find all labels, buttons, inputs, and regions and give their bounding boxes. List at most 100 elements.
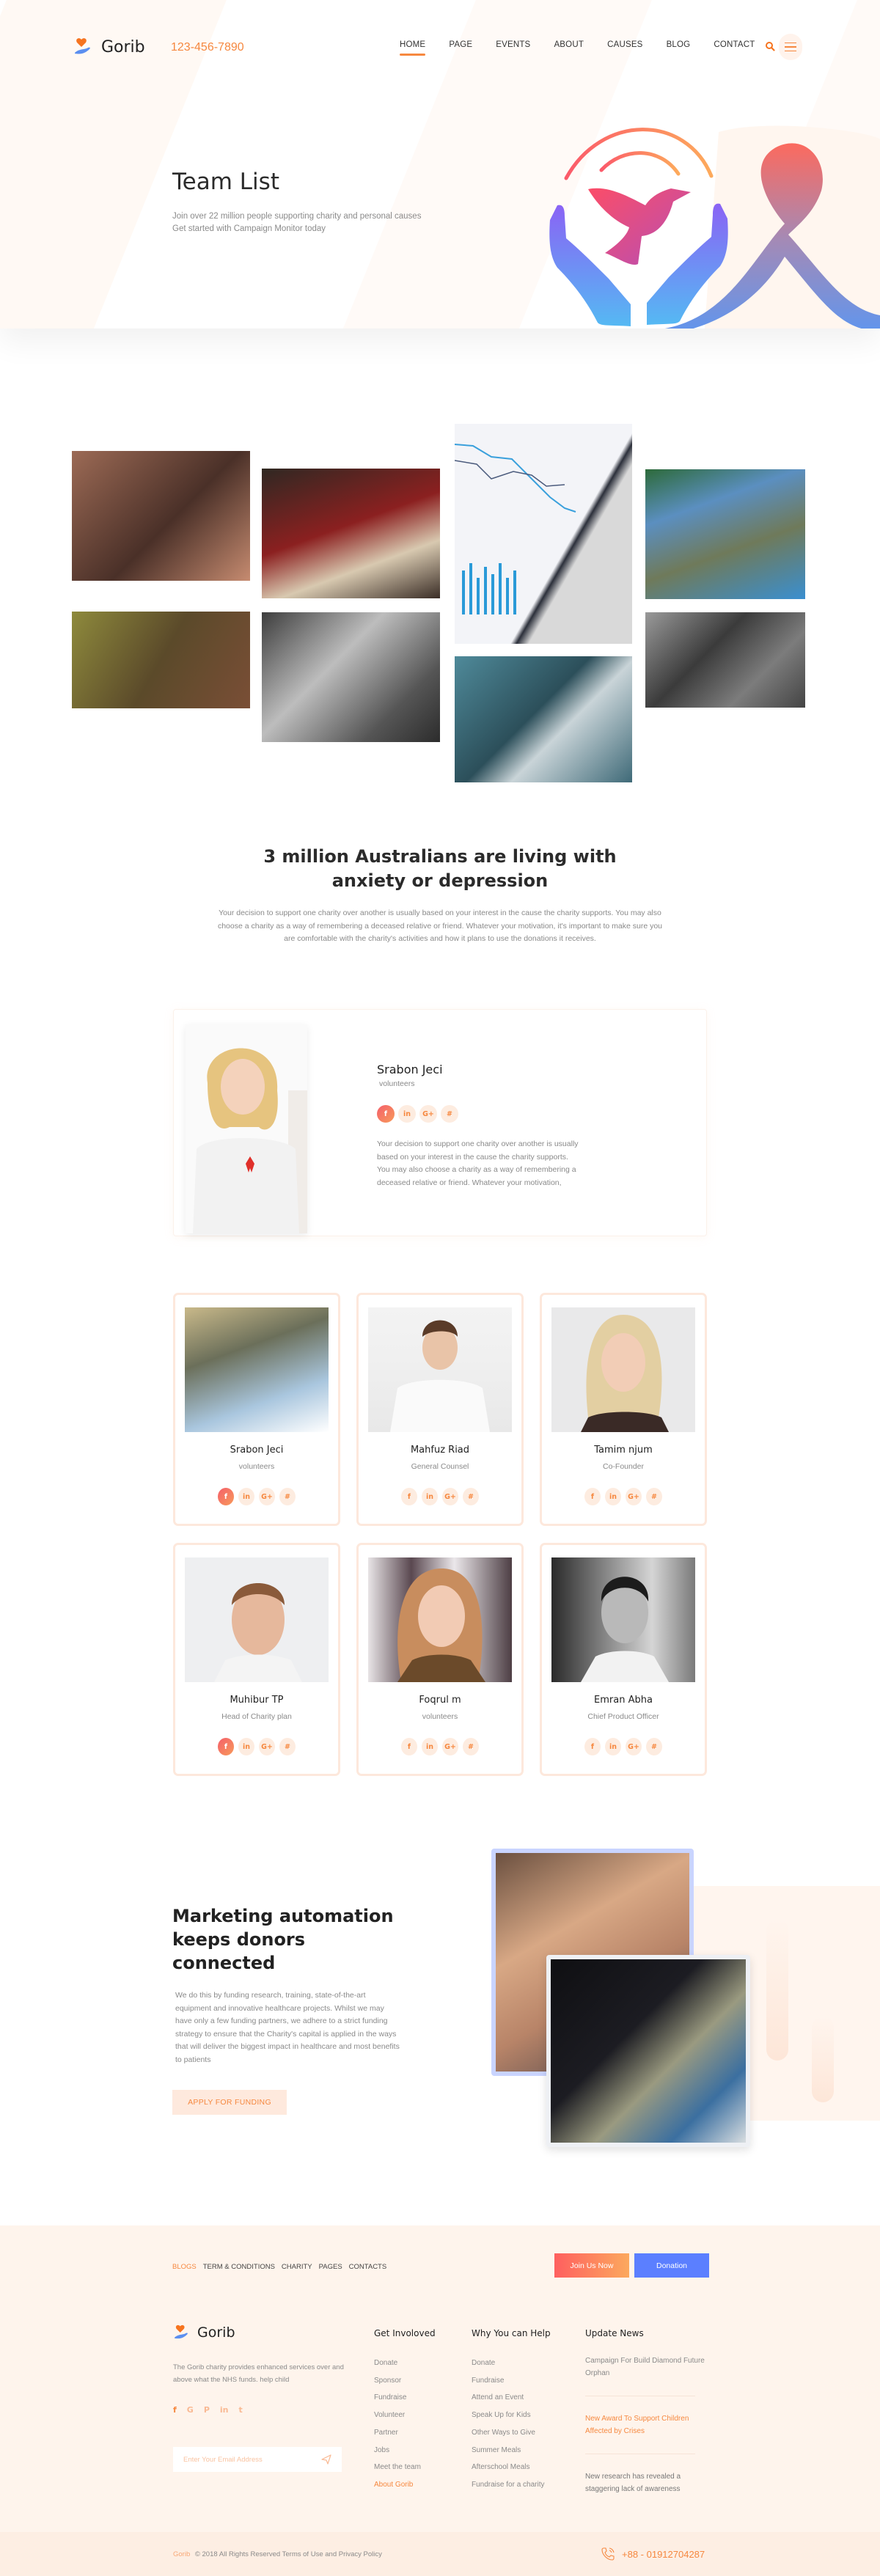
nav-contact[interactable]: CONTACT	[714, 40, 755, 49]
google-plus-icon[interactable]: G+	[442, 1738, 458, 1755]
linkedin-icon[interactable]: in	[238, 1488, 254, 1505]
man-portrait-photo	[581, 1577, 669, 1682]
footer-logo[interactable]: Gorib	[173, 2324, 235, 2341]
gallery-photo-market[interactable]	[262, 469, 440, 598]
nav-events[interactable]: EVENTS	[496, 40, 530, 49]
google-plus-icon[interactable]: G+	[626, 1488, 642, 1505]
google-plus-icon[interactable]: G+	[626, 1738, 642, 1755]
gallery-photo-child-bw[interactable]	[645, 612, 805, 708]
team-member-social: f in G+ #	[542, 1738, 705, 1755]
news-item[interactable]: Campaign For Build Diamond Future Orphan	[585, 2355, 706, 2379]
footer-link[interactable]: Jobs	[374, 2442, 436, 2459]
footer-link[interactable]: Fundraise	[472, 2372, 551, 2390]
linkedin-icon[interactable]: in	[238, 1738, 254, 1755]
linkedin-icon[interactable]: in	[220, 2405, 229, 2415]
linkedin-icon[interactable]: in	[605, 1738, 621, 1755]
gallery-photo-chart[interactable]	[455, 424, 632, 644]
footer-link[interactable]: Afterschool Meals	[472, 2459, 551, 2476]
copyright-brand[interactable]: Gorib	[173, 2550, 190, 2558]
google-icon[interactable]: G	[187, 2405, 194, 2415]
facebook-icon[interactable]: f	[218, 1738, 234, 1755]
footer-link[interactable]: Other Ways to Give	[472, 2424, 551, 2442]
newsletter-form	[173, 2447, 342, 2472]
team-member-role: Chief Product Officer	[587, 1712, 659, 1721]
linkedin-icon[interactable]: in	[605, 1488, 621, 1505]
google-plus-icon[interactable]: G+	[419, 1105, 437, 1123]
footer-link[interactable]: Summer Meals	[472, 2442, 551, 2459]
facebook-icon[interactable]: f	[377, 1105, 395, 1123]
footer-link-blogs[interactable]: BLOGS	[172, 2263, 197, 2271]
footer-nav: BLOGS TERM & CONDITIONS CHARITY PAGES CO…	[172, 2263, 386, 2271]
footer-link-terms[interactable]: TERM & CONDITIONS	[203, 2263, 275, 2271]
facebook-icon[interactable]: f	[584, 1738, 601, 1755]
join-us-button[interactable]: Join Us Now	[554, 2253, 629, 2278]
gallery-photo-camp-children[interactable]	[645, 469, 805, 599]
nav-page[interactable]: PAGE	[449, 40, 472, 49]
footer-link[interactable]: Partner	[374, 2424, 436, 2442]
facebook-icon[interactable]: f	[173, 2405, 177, 2415]
gallery-photo-crowd[interactable]	[72, 451, 250, 581]
facebook-icon[interactable]: f	[401, 1488, 417, 1505]
apply-for-funding-button[interactable]: APPLY FOR FUNDING	[172, 2090, 287, 2115]
news-item[interactable]: New research has revealed a staggering l…	[585, 2470, 706, 2495]
team-card: Foqrul m volunteers f in G+ #	[356, 1543, 524, 1776]
google-plus-icon[interactable]: G+	[259, 1488, 275, 1505]
linkedin-icon[interactable]: in	[422, 1738, 438, 1755]
footer-link[interactable]: Attend an Event	[472, 2389, 551, 2407]
man-portrait-photo	[390, 1320, 490, 1432]
footer-link[interactable]: Meet the team	[374, 2459, 436, 2476]
hamburger-menu-icon[interactable]	[779, 34, 802, 60]
footer-link[interactable]: Speak Up for Kids	[472, 2407, 551, 2424]
gallery-photo-child-hands[interactable]	[72, 612, 250, 708]
slack-icon[interactable]: #	[441, 1105, 458, 1123]
hand-heart-logo-icon	[75, 38, 90, 54]
footer-brand: Gorib	[197, 2324, 235, 2341]
nav-blog[interactable]: BLOG	[667, 40, 691, 49]
google-plus-icon[interactable]: G+	[442, 1488, 458, 1505]
slack-icon[interactable]: #	[279, 1488, 296, 1505]
pinterest-icon[interactable]: P	[204, 2405, 210, 2415]
footer-col-title: Why You can Help	[472, 2328, 551, 2338]
send-icon[interactable]	[321, 2454, 331, 2465]
facebook-icon[interactable]: f	[401, 1738, 417, 1755]
nav-about[interactable]: ABOUT	[554, 40, 584, 49]
featured-member-card: Srabon Jeci volunteers f in G+ # Your de…	[173, 1009, 707, 1236]
linkedin-icon[interactable]: in	[422, 1488, 438, 1505]
footer-col-title: Update News	[585, 2328, 644, 2338]
footer-link[interactable]: Volunteer	[374, 2407, 436, 2424]
footer-link[interactable]: Donate	[374, 2355, 436, 2372]
footer-link-charity[interactable]: CHARITY	[282, 2263, 312, 2271]
nav-causes[interactable]: CAUSES	[607, 40, 643, 49]
slack-icon[interactable]: #	[646, 1738, 662, 1755]
footer-col-get-involved: Get Involoved Donate Sponsor Fundraise V…	[374, 2328, 436, 2494]
header-phone[interactable]: 123-456-7890	[171, 41, 244, 54]
facebook-icon[interactable]: f	[584, 1488, 601, 1505]
footer-link[interactable]: Fundraise	[374, 2389, 436, 2407]
twitter-icon[interactable]: t	[239, 2405, 243, 2415]
facebook-icon[interactable]: f	[218, 1488, 234, 1505]
news-item[interactable]: New Award To Support Children Affected b…	[585, 2412, 706, 2437]
donation-button[interactable]: Donation	[634, 2253, 709, 2278]
gallery-photo-baby-hand[interactable]	[262, 612, 440, 742]
slack-icon[interactable]: #	[463, 1738, 479, 1755]
footer-link[interactable]: About Gorib	[374, 2476, 436, 2494]
linkedin-icon[interactable]: in	[398, 1105, 416, 1123]
footer-link[interactable]: Fundraise for a charity	[472, 2476, 551, 2494]
footer-phone[interactable]: +88 - 01912704287	[600, 2546, 705, 2562]
nav-home[interactable]: HOME	[400, 40, 426, 56]
slack-icon[interactable]: #	[463, 1488, 479, 1505]
footer-link[interactable]: Donate	[472, 2355, 551, 2372]
gallery-photo-coffee[interactable]	[455, 656, 632, 782]
google-plus-icon[interactable]: G+	[259, 1738, 275, 1755]
slack-icon[interactable]: #	[279, 1738, 296, 1755]
team-card: Muhibur TP Head of Charity plan f in G+ …	[173, 1543, 340, 1776]
team-member-social: f in G+ #	[359, 1738, 521, 1755]
footer-link[interactable]: Sponsor	[374, 2372, 436, 2390]
footer-col-why-help: Why You can Help Donate Fundraise Attend…	[472, 2328, 551, 2494]
email-input[interactable]	[183, 2455, 308, 2464]
search-icon[interactable]	[765, 41, 775, 51]
slack-icon[interactable]: #	[646, 1488, 662, 1505]
logo[interactable]: Gorib	[73, 37, 145, 57]
footer-link-pages[interactable]: PAGES	[319, 2263, 342, 2271]
footer-link-contacts[interactable]: CONTACTS	[349, 2263, 387, 2271]
